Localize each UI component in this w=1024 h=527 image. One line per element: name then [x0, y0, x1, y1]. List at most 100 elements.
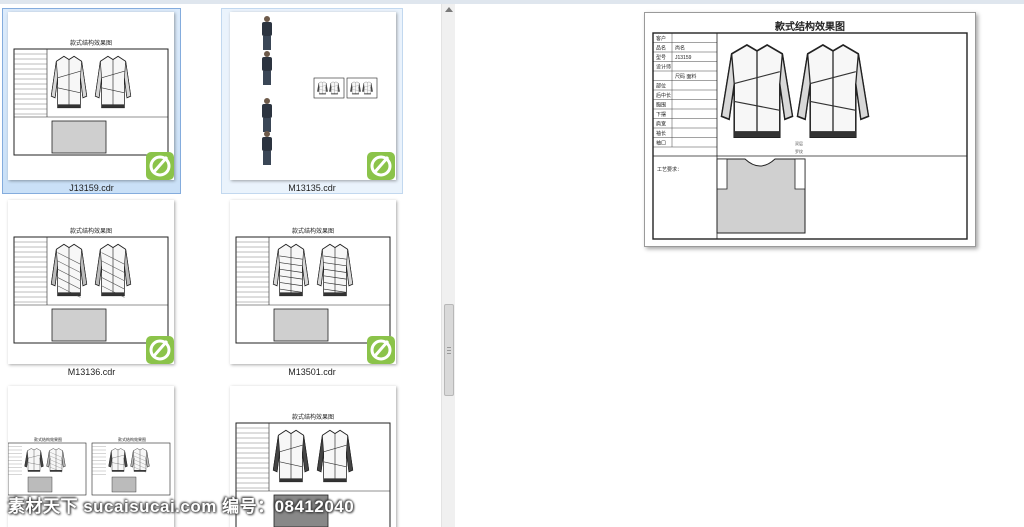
- file-name-label: M13135.cdr: [288, 183, 336, 193]
- small-design-sheet: 款式结构效果图: [91, 436, 171, 496]
- jacket-drawing: [94, 55, 132, 109]
- preview-design-sheet: 款式结构效果图 客户 品名 尚名 型号 J13159 设计师 尺码 面料 部位 后中长 胸围 下摆肩…: [644, 12, 976, 247]
- lining-panel: [27, 476, 53, 493]
- model-legs: [263, 71, 271, 85]
- scrollbar-thumb[interactable]: [444, 304, 454, 396]
- field-value: 尺码 面料: [675, 73, 696, 80]
- jacket-drawing: [796, 43, 870, 138]
- jacket-sleeve-right: [124, 249, 132, 287]
- jacket-drawing: [94, 243, 132, 298]
- sheet-title: 款式结构效果图: [292, 227, 334, 235]
- model-photo: [262, 98, 272, 132]
- lining-side-left: [716, 158, 728, 190]
- sheet-title: 款式结构效果图: [775, 20, 845, 33]
- model-legs: [263, 36, 271, 50]
- lining-side-right: [794, 158, 806, 190]
- jacket-sleeve-right: [302, 435, 310, 473]
- design-sheet-large: 款式结构效果图 客户品名 尚名型号 J13159 设计师尺码 面料部位后中长胸围下摆肩…: [652, 20, 968, 240]
- grip-line: [447, 347, 451, 348]
- model-photo: [262, 51, 272, 85]
- preview-pane: 款式结构效果图 客户 品名 尚名 型号 J13159 设计师 尺码 面料 部位 后中长 胸围 下摆肩…: [455, 4, 1024, 527]
- jacket-hem: [101, 292, 125, 296]
- jacket-hem: [57, 104, 81, 108]
- lining-panel: [51, 120, 107, 154]
- jacket-hem: [352, 93, 359, 95]
- jacket-hem: [331, 93, 338, 95]
- model-head: [264, 131, 270, 137]
- file-tile-m13136[interactable]: 款式结构效果图 M13136.cdr: [2, 196, 181, 382]
- jacket-drawing: [272, 243, 310, 297]
- field-label: 袖口: [656, 140, 666, 147]
- jacket-hem: [364, 93, 371, 95]
- model-jacket: [262, 137, 272, 151]
- field-label: 下摆: [656, 111, 666, 118]
- coreldraw-file-icon: [367, 336, 395, 364]
- sheet-title: 款式结构效果图: [292, 413, 334, 421]
- field-label: 袖长: [656, 130, 666, 137]
- jacket-hem: [57, 292, 81, 296]
- model-jacket: [262, 22, 272, 36]
- jacket-sleeve-left: [50, 249, 58, 287]
- jacket-sleeve-left: [94, 61, 102, 99]
- file-thumbnail-pane: 款式结构效果图 J13159.cdr M13135.cdr 款式结构效果图 M1…: [0, 4, 441, 527]
- jacket-sleeve-right: [80, 249, 88, 287]
- vertical-scrollbar[interactable]: [441, 4, 455, 527]
- lining-panel: [51, 308, 107, 342]
- jacket-hem: [319, 93, 326, 95]
- scroll-up-arrow-icon[interactable]: [445, 7, 453, 12]
- jacket-hem: [734, 131, 780, 138]
- sheet-title: 款式结构效果图: [70, 39, 112, 47]
- jacket-sleeve-right: [855, 53, 870, 121]
- model-legs: [263, 151, 271, 165]
- grip-line: [447, 353, 451, 354]
- jacket-sleeve-right: [80, 61, 88, 99]
- file-name-label: J13159.cdr: [69, 183, 114, 193]
- jacket-hem: [28, 470, 40, 472]
- jacket-drawing: [50, 243, 88, 298]
- field-label: 客户: [656, 35, 666, 42]
- model-photo: [262, 16, 272, 50]
- lining-back-panel: [716, 158, 806, 234]
- sheet-title: 款式结构效果图: [34, 436, 62, 442]
- jacket-drawing: [50, 55, 88, 109]
- file-name-label: M13501.cdr: [288, 367, 336, 377]
- jacket-sleeve-left: [316, 435, 324, 473]
- grip-line: [447, 350, 451, 351]
- jacket-sleeve-left: [272, 249, 280, 287]
- model-head: [264, 16, 270, 22]
- model-jacket: [262, 104, 272, 118]
- field-label: 设计师: [656, 64, 671, 71]
- jacket-sleeve-left: [50, 61, 58, 99]
- field-label: 型号: [656, 54, 666, 61]
- annotation-label: 罗纹: [795, 148, 803, 154]
- jacket-sleeve-left: [94, 249, 102, 287]
- jacket-hem: [323, 478, 347, 482]
- file-tile-m13135[interactable]: M13135.cdr: [221, 8, 403, 194]
- jacket-sleeve-left: [272, 435, 280, 473]
- coreldraw-file-icon: [146, 152, 174, 180]
- jacket-hem: [50, 470, 62, 472]
- jacket-sleeve-left: [720, 53, 735, 121]
- file-name-label: M13136.cdr: [67, 367, 116, 377]
- jacket-hem: [112, 470, 124, 472]
- file-tile-j13159[interactable]: 款式结构效果图 J13159.cdr: [2, 8, 181, 194]
- file-tile-m13501[interactable]: 款式结构效果图 M13501.cdr: [221, 196, 403, 382]
- model-jacket: [262, 57, 272, 71]
- jacket-sleeve-left: [316, 249, 324, 287]
- lining-panel: [111, 476, 137, 493]
- site-watermark: 素材天下 sucaisucai.com 编号：08412040: [8, 497, 355, 516]
- sheet-title: 款式结构效果图: [118, 436, 146, 442]
- jacket-drawing: [316, 243, 354, 297]
- coreldraw-file-icon: [146, 336, 174, 364]
- jacket-drawing: [720, 43, 794, 138]
- jacket-sleeve-left: [796, 53, 811, 121]
- field-value: 尚名: [675, 45, 685, 52]
- jacket-sleeve-right: [346, 435, 354, 473]
- field-label: 品名: [656, 45, 666, 52]
- jacket-drawing: [272, 429, 310, 483]
- model-legs: [263, 118, 271, 132]
- jacket-sleeve-right: [779, 53, 794, 121]
- field-label: 部位: [656, 83, 666, 90]
- jacket-sleeve-right: [302, 249, 310, 287]
- jacket-hem: [323, 292, 347, 296]
